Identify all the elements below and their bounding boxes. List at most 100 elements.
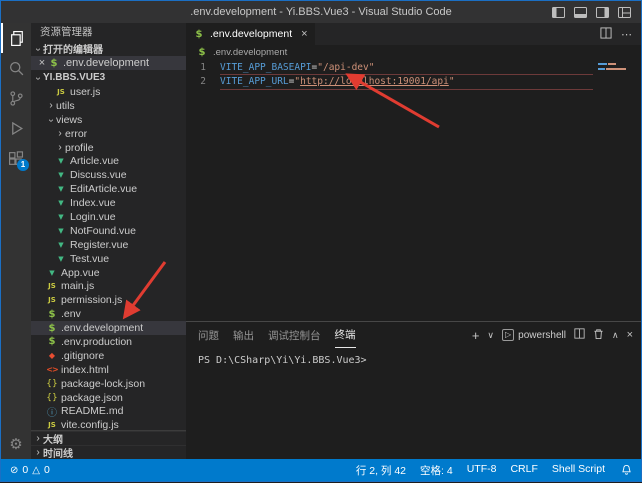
shell-file-icon: $ [48,58,60,69]
vue-file-icon: ▼ [55,227,67,235]
status-eol[interactable]: CRLF [510,463,537,478]
error-count: 0 [22,464,28,476]
panel-tab-problems[interactable]: 问题 [198,322,219,348]
project-root-header[interactable]: › YI.BBS.VUE3 [31,70,186,85]
tree-item-Login.vue[interactable]: ▼Login.vue [31,210,186,224]
toggle-secondary-sidebar-icon[interactable] [596,7,609,18]
close-icon[interactable]: × [36,57,48,69]
activity-extensions[interactable]: 1 [1,143,31,173]
tree-item-.env.production[interactable]: $.env.production [31,335,186,349]
tree-item-utils[interactable]: ›utils [31,99,186,113]
activity-run-debug[interactable] [1,113,31,143]
status-cursor-position[interactable]: 行 2, 列 42 [356,463,406,478]
tree-item-Test.vue[interactable]: ▼Test.vue [31,252,186,266]
chevron-down-icon: › [46,116,57,126]
shell-file-icon: $ [46,309,58,320]
js-file-icon: JS [46,296,58,304]
maximize-panel-icon[interactable]: ∧ [612,330,619,341]
notifications-bell-icon[interactable] [621,464,632,476]
tree-item-App.vue[interactable]: ▼App.vue [31,266,186,280]
file-label: views [56,114,82,126]
line-number: 2 [186,75,220,89]
minimap[interactable] [595,59,641,321]
open-editor-item-env-development[interactable]: × $ .env.development [31,56,186,70]
file-label: utils [56,100,75,112]
open-editors-header[interactable]: › 打开的编辑器 [31,41,186,56]
file-label: vite.config.js [61,419,119,430]
terminal-shell-selector[interactable]: ▷ powershell [502,329,566,341]
customize-layout-icon[interactable] [618,7,631,18]
split-editor-icon[interactable] [600,27,612,42]
status-indentation[interactable]: 空格: 4 [420,463,453,478]
file-label: Discuss.vue [70,169,127,181]
tree-item-views[interactable]: ›views [31,113,186,127]
tree-item-profile[interactable]: ›profile [31,141,186,155]
editor-actions: ⋯ [600,23,641,45]
tree-item-Index.vue[interactable]: ▼Index.vue [31,196,186,210]
kill-terminal-icon[interactable] [593,328,604,343]
tree-item-error[interactable]: ›error [31,127,186,141]
terminal-play-icon: ▷ [502,329,514,341]
tree-item-index.html[interactable]: <>index.html [31,363,186,377]
file-label: index.html [61,364,109,376]
tree-item-Register.vue[interactable]: ▼Register.vue [31,238,186,252]
activity-source-control[interactable] [1,83,31,113]
toggle-sidebar-icon[interactable] [552,7,565,18]
git-file-icon: ◆ [46,351,58,360]
settings-gear-icon[interactable]: ⚙ [1,429,31,459]
minimap-mark [598,68,626,70]
title-bar: .env.development - Yi.BBS.Vue3 - Visual … [1,1,641,23]
js-file-icon: JS [55,88,67,96]
panel-tab-output[interactable]: 输出 [233,322,254,348]
tree-item-README.md[interactable]: ⓘREADME.md [31,404,186,418]
activity-search[interactable] [1,53,31,83]
tree-item-Discuss.vue[interactable]: ▼Discuss.vue [31,168,186,182]
tree-item-.env[interactable]: $.env [31,307,186,321]
new-terminal-icon[interactable]: + [472,328,480,343]
breadcrumb[interactable]: $ .env.development [186,45,641,59]
close-icon[interactable]: × [301,28,307,40]
tree-item-vite.config.js[interactable]: JSvite.config.js [31,418,186,430]
file-label: main.js [61,280,94,292]
tree-item-permission.js[interactable]: JSpermission.js [31,293,186,307]
tab-env-development[interactable]: $ .env.development × [186,23,315,45]
split-terminal-icon[interactable] [574,328,585,342]
tree-item-.gitignore[interactable]: ◆.gitignore [31,349,186,363]
search-icon [8,60,25,77]
file-label: NotFound.vue [70,225,136,237]
chevron-right-icon: › [55,142,65,153]
activity-explorer[interactable] [1,23,31,53]
chevron-down-icon: › [33,45,44,55]
toggle-panel-icon[interactable] [574,7,587,18]
editor-tab-bar: $ .env.development × ⋯ [186,23,641,45]
section-outline[interactable]: ›大纲 [31,431,186,445]
gear-glyph: ⚙ [9,435,22,453]
tree-item-package.json[interactable]: {}package.json [31,391,186,405]
tree-item-EditArticle.vue[interactable]: ▼EditArticle.vue [31,182,186,196]
chevron-down-icon[interactable]: ∨ [487,330,494,341]
status-encoding[interactable]: UTF-8 [467,463,497,478]
close-panel-icon[interactable]: × [627,329,633,341]
section-timeline[interactable]: ›时间线 [31,445,186,459]
code-token: "/api-dev" [317,62,374,73]
panel-tab-debug-console[interactable]: 调试控制台 [268,322,321,348]
terminal-content[interactable]: PS D:\CSharp\Yi\Yi.BBS.Vue3> [186,348,641,459]
status-language-mode[interactable]: Shell Script [552,463,605,478]
tree-item-Article.vue[interactable]: ▼Article.vue [31,154,186,168]
file-label: EditArticle.vue [70,183,137,195]
more-actions-icon[interactable]: ⋯ [621,28,632,41]
code-line-1[interactable]: 1VITE_APP_BASEAPI="/api-dev" [186,61,641,75]
tree-item-NotFound.vue[interactable]: ▼NotFound.vue [31,224,186,238]
panel-tab-terminal[interactable]: 终端 [335,322,356,348]
problems-status[interactable]: ⊘ 0 △ 0 [10,464,50,476]
code-editor[interactable]: 1VITE_APP_BASEAPI="/api-dev"2VITE_APP_UR… [186,59,641,321]
tree-item-main.js[interactable]: JSmain.js [31,279,186,293]
code-line-2[interactable]: 2VITE_APP_URL="http://localhost:19001/ap… [186,75,641,89]
window-title: .env.development - Yi.BBS.Vue3 - Visual … [1,6,641,18]
file-label: App.vue [61,267,100,279]
error-icon: ⊘ [10,465,18,476]
tree-item-user.js[interactable]: JSuser.js [31,85,186,99]
tree-item-.env.development[interactable]: $.env.development [31,321,186,335]
chevron-right-icon: › [33,433,43,444]
tree-item-package-lock.json[interactable]: {}package-lock.json [31,377,186,391]
